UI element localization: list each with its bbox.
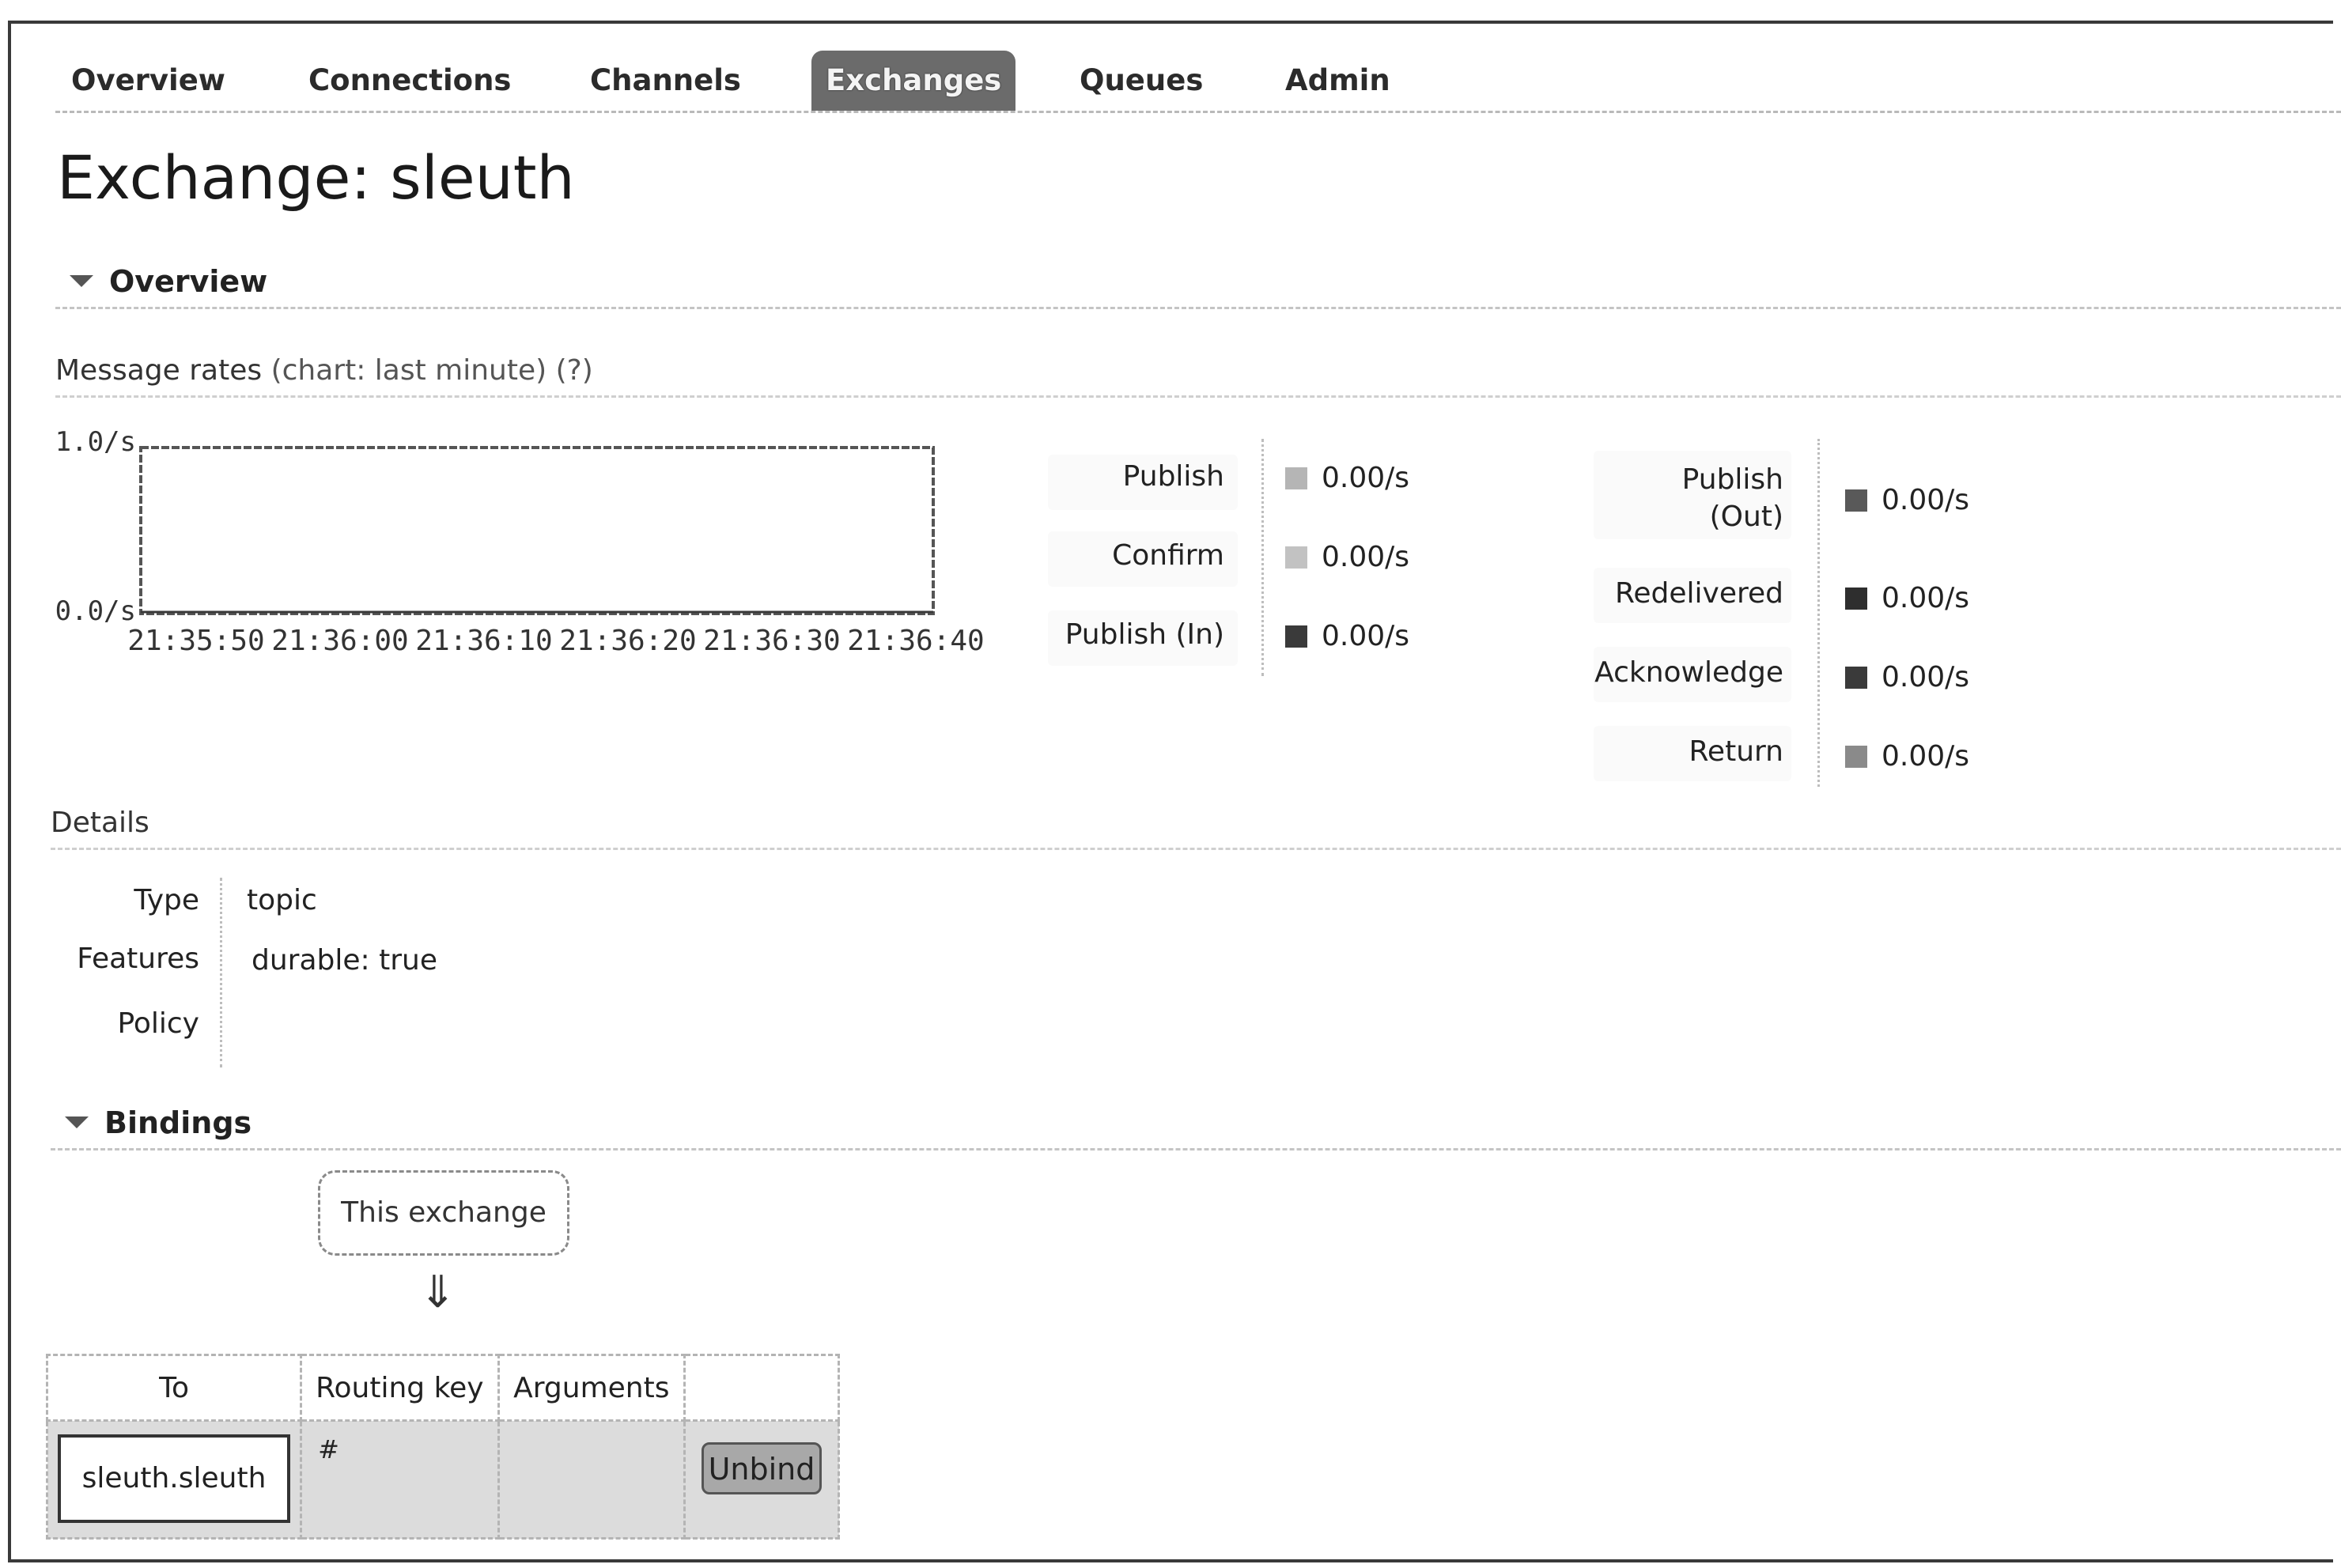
this-exchange-node: This exchange	[318, 1170, 569, 1256]
legend-swatch	[1285, 546, 1307, 569]
collapse-triangle-icon	[70, 275, 93, 287]
tab-connections[interactable]: Connections	[308, 51, 511, 111]
rate-label-publish-out-suffix: (Out)	[1709, 501, 1783, 533]
detail-key-type: Type	[134, 884, 199, 916]
rate-label-publish: Publish	[1122, 460, 1224, 493]
detail-value-type: topic	[247, 884, 317, 916]
message-rates-heading: Message rates (chart: last minute) (?)	[55, 354, 2341, 398]
rate-value-confirm: 0.00/s	[1285, 541, 1409, 573]
x-tick-label: 21:36:40	[847, 625, 984, 657]
detail-key-policy: Policy	[117, 1007, 199, 1040]
legend-swatch	[1845, 746, 1867, 768]
unbind-button[interactable]: Unbind	[702, 1442, 822, 1494]
chart-plot-area	[139, 446, 935, 615]
rate-value-text: 0.00/s	[1881, 740, 1970, 773]
page-frame	[8, 21, 2333, 1562]
cell-to: sleuth.sleuth	[45, 1419, 303, 1540]
column-header-to: To	[45, 1354, 303, 1422]
table-header-row: To Routing key Arguments	[45, 1354, 840, 1422]
cell-actions: Unbind	[683, 1419, 840, 1540]
legend-swatch	[1845, 588, 1867, 610]
tab-admin[interactable]: Admin	[1285, 51, 1390, 111]
main-nav: Overview Connections Channels Exchanges …	[55, 44, 2341, 113]
x-tick-label: 21:35:50	[127, 625, 264, 657]
rates-divider	[1817, 439, 1820, 787]
detail-key-features: Features	[77, 943, 199, 975]
rate-value-text: 0.00/s	[1322, 620, 1410, 652]
rate-value-publish: 0.00/s	[1285, 462, 1409, 494]
tab-queues[interactable]: Queues	[1080, 51, 1203, 111]
cell-routing-key: #	[300, 1419, 500, 1540]
x-tick-label: 21:36:30	[703, 625, 840, 657]
routing-key-value: #	[318, 1434, 339, 1464]
details-divider	[220, 878, 222, 1067]
queue-link-sleuth-sleuth[interactable]: sleuth.sleuth	[58, 1434, 291, 1523]
rate-label-confirm: Confirm	[1112, 539, 1224, 572]
tab-overview[interactable]: Overview	[71, 51, 225, 111]
y-tick-label: 0.0/s	[55, 595, 136, 627]
arguments-value	[500, 1422, 683, 1434]
rate-label-publish-out: Publish	[1681, 463, 1783, 496]
rates-divider	[1261, 439, 1264, 676]
rate-value-acknowledge: 0.00/s	[1845, 661, 1969, 693]
y-tick-label: 1.0/s	[55, 427, 136, 458]
column-header-actions	[683, 1354, 840, 1422]
tab-exchanges[interactable]: Exchanges	[811, 51, 1016, 111]
bindings-section-toggle[interactable]: Bindings	[51, 1101, 2341, 1150]
overview-heading: Overview	[109, 264, 268, 299]
bindings-table: To Routing key Arguments sleuth.sleuth #…	[45, 1354, 840, 1540]
message-rates-label: Message rates	[55, 354, 263, 387]
legend-swatch	[1845, 489, 1867, 512]
rate-value-text: 0.00/s	[1881, 661, 1970, 693]
rate-value-redelivered: 0.00/s	[1845, 582, 1969, 614]
rate-label-return: Return	[1689, 735, 1783, 768]
column-header-arguments: Arguments	[497, 1354, 686, 1422]
details-heading: Details	[51, 807, 2341, 850]
rate-label-redelivered: Redelivered	[1614, 577, 1783, 610]
x-tick-label: 21:36:00	[271, 625, 408, 657]
double-down-arrow-icon: ⇓	[419, 1267, 456, 1318]
message-rates-help-link[interactable]: (chart: last minute) (?)	[271, 354, 593, 387]
rate-value-text: 0.00/s	[1881, 582, 1970, 614]
rate-value-text: 0.00/s	[1322, 541, 1410, 573]
tab-channels[interactable]: Channels	[590, 51, 741, 111]
page-title: Exchange: sleuth	[57, 142, 575, 213]
table-row: sleuth.sleuth # Unbind	[45, 1419, 840, 1540]
collapse-triangle-icon	[65, 1116, 89, 1128]
column-header-routing-key: Routing key	[300, 1354, 500, 1422]
detail-value-features: durable: true	[251, 944, 437, 977]
overview-section-toggle[interactable]: Overview	[55, 259, 2341, 309]
legend-swatch	[1285, 467, 1307, 489]
x-tick-label: 21:36:20	[559, 625, 696, 657]
legend-swatch	[1285, 625, 1307, 648]
rate-value-publish-out: 0.00/s	[1845, 484, 1969, 516]
rate-value-text: 0.00/s	[1322, 462, 1410, 494]
message-rates-chart: 1.0/s 0.0/s 21:35:50 21:36:00 21:36:10 21:3…	[55, 427, 985, 657]
rate-value-text: 0.00/s	[1881, 484, 1970, 516]
x-tick-label: 21:36:10	[415, 625, 552, 657]
legend-swatch	[1845, 667, 1867, 689]
bindings-heading: Bindings	[104, 1105, 252, 1140]
rate-value-publish-in: 0.00/s	[1285, 620, 1409, 652]
cell-arguments	[497, 1419, 686, 1540]
rate-value-return: 0.00/s	[1845, 740, 1969, 773]
rate-label-acknowledge: Acknowledge	[1594, 656, 1783, 689]
rate-label-publish-in: Publish (In)	[1065, 618, 1224, 651]
